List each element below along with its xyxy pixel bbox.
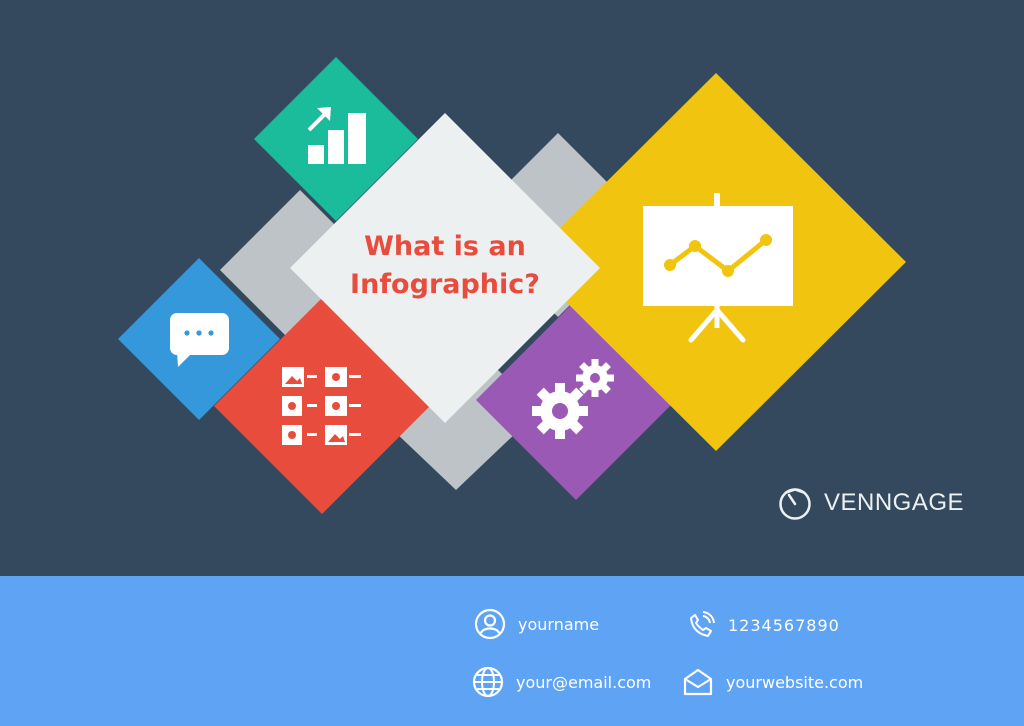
page-title: What is an Infographic? bbox=[330, 228, 560, 304]
contact-name: yourname bbox=[474, 608, 599, 640]
globe-icon bbox=[472, 666, 504, 698]
contact-phone-text: 1234567890 bbox=[728, 615, 840, 635]
title-line-1: What is an bbox=[364, 231, 526, 262]
phone-icon bbox=[690, 611, 715, 637]
contact-email: your@email.com bbox=[472, 666, 651, 698]
hero-section: What is an Infographic? VENNGAGE bbox=[0, 0, 1024, 576]
user-icon bbox=[474, 608, 506, 640]
brand-logo: VENNGAGE bbox=[778, 485, 964, 521]
contact-phone: 1234567890 bbox=[686, 610, 840, 640]
contact-footer: yourname 1234567890 your@email.com yourw… bbox=[0, 576, 1024, 726]
contact-website: yourwebsite.com bbox=[682, 666, 863, 698]
envelope-icon bbox=[683, 668, 713, 696]
brand-name: VENNGAGE bbox=[824, 489, 965, 516]
contact-name-text: yourname bbox=[518, 614, 600, 634]
venngage-logo-icon bbox=[779, 488, 811, 520]
contact-website-text: yourwebsite.com bbox=[726, 672, 864, 692]
contact-email-text: your@email.com bbox=[516, 672, 652, 692]
title-line-2: Infographic? bbox=[350, 269, 540, 300]
